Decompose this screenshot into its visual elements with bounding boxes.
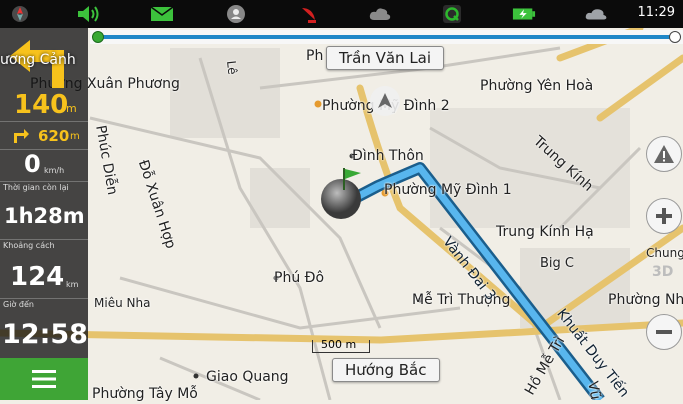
cloud-sync-icon[interactable] [368, 3, 392, 25]
map-label-big-c: Big C [540, 256, 574, 271]
user-location-icon[interactable] [224, 3, 248, 25]
next-turn: 620 m [0, 121, 88, 150]
heading-label[interactable]: Hướng Bắc [332, 358, 440, 382]
distance-value: 124 [10, 262, 65, 292]
next-turn-right-icon [14, 129, 29, 143]
speed-unit: km/h [44, 166, 65, 175]
current-street-label: Trần Văn Lai [326, 46, 445, 70]
map-label-my-dinh-1: Phường Mỹ Đình 1 [384, 182, 512, 198]
status-bar: 11:29 [0, 0, 683, 28]
time-left-cell: Thời gian còn lại 1h28m [0, 181, 88, 240]
plus-icon [656, 208, 672, 224]
map-label-ph: Ph [306, 48, 324, 64]
map-label-mieu-nha: Miêu Nha [94, 296, 151, 310]
3d-toggle[interactable]: 3D [652, 264, 673, 280]
current-speed: 0 [24, 150, 41, 178]
navigation-info-panel: ương Cảnh 140 m 620 m 0 km/h Thời gian c… [0, 28, 88, 358]
turn-instruction[interactable]: ương Cảnh 140 m [0, 28, 88, 121]
map-label-giao-quang: Giao Quang [206, 369, 289, 385]
speed-cell: 0 km/h [0, 149, 88, 182]
distance-unit: km [66, 280, 79, 289]
arrival-time: 12:58 [2, 319, 88, 350]
hamburger-menu-icon [32, 370, 56, 388]
volume-icon[interactable] [76, 3, 100, 25]
menu-button[interactable] [0, 358, 88, 400]
route-progress-current-marker [92, 31, 104, 43]
turn-distance: 140 [14, 90, 69, 120]
route-progress-track [98, 35, 675, 39]
time-left-value: 1h28m [4, 204, 85, 228]
app-q-icon[interactable] [440, 3, 464, 25]
warning-icon [654, 145, 674, 163]
map-label-chung: Chung [646, 246, 683, 260]
map-scale: 500 m [312, 338, 370, 353]
battery-charging-icon [512, 3, 536, 25]
map-view[interactable]: Phường Xuân Phương Phường Mỹ Đình 2 Phườ… [0, 24, 683, 404]
satellite-dish-icon[interactable] [298, 3, 322, 25]
map-label-dinh-thon: Đình Thôn [352, 148, 424, 164]
map-label-phu-do: Phú Đô [274, 270, 325, 286]
turn-distance-unit: m [66, 102, 77, 115]
route-progress-bar[interactable] [90, 30, 683, 44]
distance-cell: Khoảng cách 124 km [0, 239, 88, 299]
arrival-label: Giờ đến [3, 300, 34, 309]
destination-flag-icon [338, 166, 364, 192]
distance-label: Khoảng cách [3, 241, 55, 250]
warning-button[interactable] [646, 136, 682, 172]
next-turn-unit: m [70, 131, 80, 142]
compass-icon[interactable] [8, 3, 32, 25]
status-time: 11:29 [637, 5, 675, 20]
map-label-vu: Vũ [584, 380, 604, 401]
north-arrow-icon [370, 86, 400, 116]
map-label-phuong-nh: Phường Nh [608, 292, 683, 308]
mail-icon[interactable] [150, 3, 174, 25]
arrival-cell: Giờ đến 12:58 [0, 298, 88, 359]
route-progress-destination-icon [669, 31, 681, 43]
next-turn-distance: 620 [38, 127, 70, 145]
time-left-label: Thời gian còn lại [3, 183, 69, 192]
weather-cloud-icon[interactable] [584, 3, 608, 25]
map-scale-label: 500 m [321, 338, 357, 351]
zoom-out-button[interactable] [646, 314, 682, 350]
map-label-yen-hoa: Phường Yên Hoà [480, 78, 594, 94]
minus-icon [656, 330, 672, 334]
zoom-in-button[interactable] [646, 198, 682, 234]
map-label-le: Lê [224, 60, 240, 76]
map-label-trung-kinh-ha: Trung Kính Hạ [496, 224, 594, 240]
turn-street-name: ương Cảnh [0, 52, 76, 68]
